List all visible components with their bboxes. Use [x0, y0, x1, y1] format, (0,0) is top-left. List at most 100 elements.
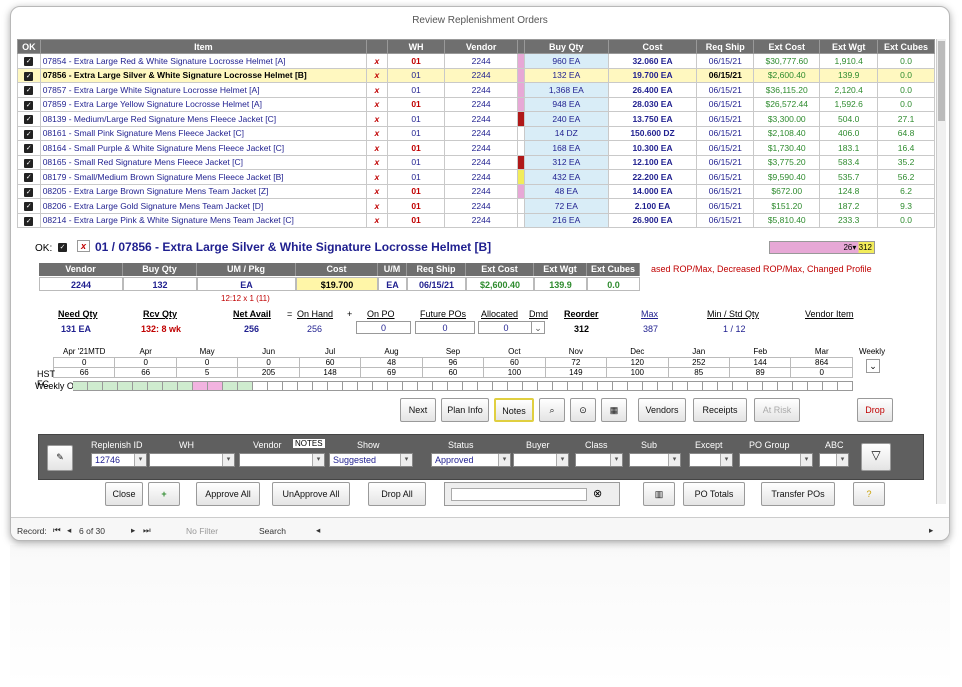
vendor-cell[interactable]: 2244 — [444, 96, 518, 112]
drop-row-icon[interactable]: x — [374, 201, 379, 211]
ok-checkbox[interactable]: ✓ — [24, 129, 34, 139]
drop-row-icon[interactable]: x — [374, 215, 379, 225]
col-cost[interactable]: Cost — [607, 39, 698, 54]
req-ship-cell[interactable]: 06/15/21 — [696, 125, 755, 141]
vendor-cell[interactable]: 2244 — [444, 125, 518, 141]
cost-cell[interactable]: 12.100 EA — [607, 154, 698, 170]
prev-record-icon[interactable]: ◂ — [67, 525, 71, 536]
at-risk-button[interactable]: At Risk — [754, 398, 800, 422]
drop-row-icon[interactable]: x — [374, 143, 379, 153]
table-row[interactable]: ✓ 08165 - Small Red Signature Mens Fleece… — [17, 154, 935, 170]
cost-cell[interactable]: 2.100 EA — [607, 198, 698, 214]
ok-checkbox[interactable]: ✓ — [24, 158, 34, 168]
allocated-label[interactable]: Allocated — [481, 309, 518, 319]
drop-row-icon[interactable]: x — [374, 70, 379, 80]
abc-select[interactable]: ▾ — [819, 453, 849, 467]
cost-cell[interactable]: 13.750 EA — [607, 111, 698, 127]
hscroll-right-icon[interactable]: ▸ — [929, 525, 933, 536]
buy-qty-cell[interactable]: 48 EA — [523, 183, 609, 199]
vendor-cell[interactable]: 2244 — [444, 169, 518, 185]
drop-row-icon[interactable]: x — [374, 85, 379, 95]
req-ship-cell[interactable]: 06/15/21 — [696, 67, 755, 83]
req-ship-cell[interactable]: 06/15/21 — [696, 169, 755, 185]
plan-info-button[interactable]: Plan Info — [441, 398, 489, 422]
item-cell[interactable]: 07859 - Extra Large Yellow Signature Loc… — [39, 96, 368, 112]
last-record-icon[interactable]: ⏭ — [143, 525, 151, 536]
wh-cell[interactable]: 01 — [386, 125, 446, 141]
drop-row-icon[interactable]: x — [374, 99, 379, 109]
hscroll-left-icon[interactable]: ◂ — [316, 525, 320, 536]
on-hand-label[interactable]: On Hand — [297, 309, 333, 319]
on-po-label[interactable]: On PO — [367, 309, 395, 319]
wh-cell[interactable]: 01 — [386, 67, 446, 83]
class-select[interactable]: ▾ — [575, 453, 623, 467]
req-ship-cell[interactable]: 06/15/21 — [696, 82, 755, 98]
filter-icon[interactable]: ▽ — [861, 443, 891, 471]
col-vendor[interactable]: Vendor — [444, 39, 518, 54]
wh-cell[interactable]: 01 — [386, 198, 446, 214]
future-pos-label[interactable]: Future POs — [420, 309, 466, 319]
buy-qty-cell[interactable]: 216 EA — [523, 212, 609, 228]
buy-qty-cell[interactable]: 960 EA — [523, 53, 609, 69]
item-cell[interactable]: 08165 - Small Red Signature Mens Fleece … — [39, 154, 368, 170]
po-group-select[interactable]: ▾ — [739, 453, 813, 467]
ok-checkbox[interactable]: ✓ — [24, 216, 34, 226]
ok-checkbox[interactable]: ✓ — [24, 57, 34, 67]
vendor-cell[interactable]: 2244 — [444, 140, 518, 156]
req-ship-cell[interactable]: 06/15/21 — [696, 140, 755, 156]
help-icon[interactable]: ? — [853, 482, 885, 506]
dmd-label[interactable]: Dmd — [529, 309, 548, 319]
item-cell[interactable]: 08206 - Extra Large Gold Signature Mens … — [39, 198, 368, 214]
binoculars-icon[interactable]: ⊙ — [570, 398, 596, 422]
col-extcost[interactable]: Ext Cost — [753, 39, 821, 54]
item-cell[interactable]: 07857 - Extra Large White Signature Locr… — [39, 82, 368, 98]
wh-cell[interactable]: 01 — [386, 212, 446, 228]
drop-row-icon[interactable]: x — [374, 128, 379, 138]
approve-all-button[interactable]: Approve All — [196, 482, 260, 506]
ok-checkbox[interactable]: ✓ — [24, 187, 34, 197]
ok-checkbox[interactable]: ✓ — [24, 86, 34, 96]
req-ship-cell[interactable]: 06/15/21 — [696, 53, 755, 69]
wh-cell[interactable]: 01 — [386, 96, 446, 112]
cost-cell[interactable]: 26.900 EA — [607, 212, 698, 228]
item-cell[interactable]: 08205 - Extra Large Brown Signature Mens… — [39, 183, 368, 199]
detail-value[interactable]: 132 — [123, 277, 197, 291]
drop-row-icon[interactable]: x — [374, 114, 379, 124]
search-icon[interactable]: ⌕ — [539, 398, 565, 422]
req-ship-cell[interactable]: 06/15/21 — [696, 111, 755, 127]
buy-qty-cell[interactable]: 168 EA — [523, 140, 609, 156]
req-ship-cell[interactable]: 06/15/21 — [696, 198, 755, 214]
weekly-dropdown[interactable]: ⌄ — [866, 359, 880, 373]
item-cell[interactable]: 08161 - Small Pink Signature Mens Fleece… — [39, 125, 368, 141]
ok-checkbox[interactable]: ✓ — [24, 173, 34, 183]
buy-qty-cell[interactable]: 240 EA — [523, 111, 609, 127]
status-select[interactable]: Approved ▾ — [431, 453, 511, 467]
detail-drop-icon[interactable]: x — [77, 240, 91, 252]
col-ok[interactable]: OK — [17, 39, 41, 54]
cost-cell[interactable]: 26.400 EA — [607, 82, 698, 98]
search-box[interactable]: Search — [259, 526, 286, 536]
buyer-select[interactable]: ▾ — [513, 453, 569, 467]
table-row[interactable]: ✓ 07857 - Extra Large White Signature Loc… — [17, 82, 935, 98]
table-row[interactable]: ✓ 08139 - Medium/Large Red Signature Mens… — [17, 111, 935, 127]
wh-cell[interactable]: 01 — [386, 183, 446, 199]
ok-checkbox[interactable]: ✓ — [24, 71, 34, 81]
add-icon[interactable]: + — [148, 482, 180, 506]
buy-qty-cell[interactable]: 1,368 EA — [523, 82, 609, 98]
req-ship-cell[interactable]: 06/15/21 — [696, 154, 755, 170]
wh-cell[interactable]: 01 — [386, 154, 446, 170]
max-label[interactable]: Max — [641, 309, 658, 319]
ok-checkbox[interactable]: ✓ — [24, 144, 34, 154]
table-row[interactable]: ✓ 07859 - Extra Large Yellow Signature Lo… — [17, 96, 935, 112]
wh-cell[interactable]: 01 — [386, 82, 446, 98]
binoculars-icon[interactable]: ⊗ — [593, 487, 602, 500]
wh-cell[interactable]: 01 — [386, 111, 446, 127]
calendar-icon[interactable]: ▦ — [601, 398, 627, 422]
vendor-cell[interactable]: 2244 — [444, 111, 518, 127]
cost-cell[interactable]: 22.200 EA — [607, 169, 698, 185]
sub-select[interactable]: ▾ — [629, 453, 681, 467]
drop-button[interactable]: Drop — [857, 398, 893, 422]
po-totals-button[interactable]: PO Totals — [683, 482, 745, 506]
item-cell[interactable]: 07854 - Extra Large Red & White Signatur… — [39, 53, 368, 69]
cost-cell[interactable]: 19.700 EA — [607, 67, 698, 83]
